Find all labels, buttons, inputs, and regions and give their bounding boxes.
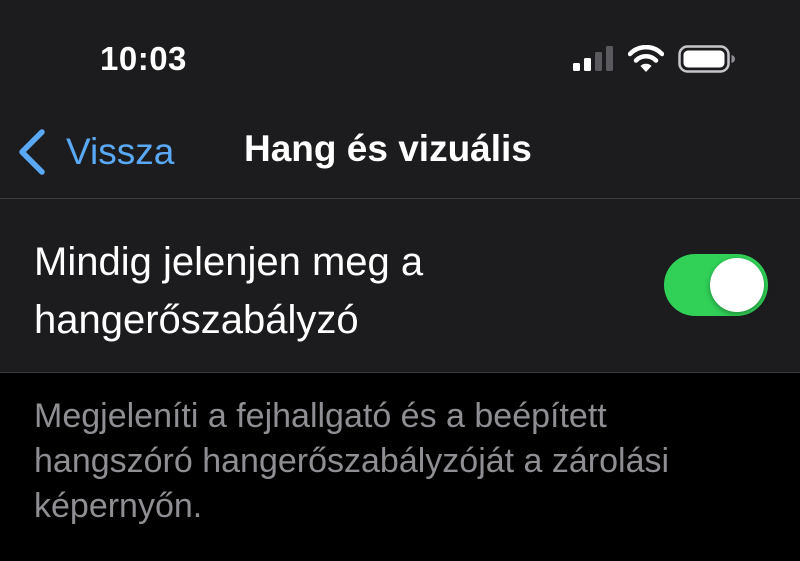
setting-row-always-show-volume: Mindig jelenjen meg a hangerőszabályzó — [0, 199, 800, 372]
always-show-volume-toggle[interactable] — [664, 254, 768, 316]
status-icons — [572, 44, 736, 74]
page-title: Hang és vizuális — [244, 128, 532, 169]
header: 10:03 Vissza Hang és vizuális — [0, 0, 800, 198]
chevron-left-icon — [19, 129, 45, 175]
status-time: 10:03 — [100, 40, 187, 77]
cellular-signal-icon — [573, 46, 613, 71]
settings-screen: 10:03 Vissza Hang és vizuális Mindig jel… — [0, 0, 800, 561]
toggle-knob — [710, 258, 764, 312]
wifi-icon — [628, 45, 664, 72]
battery-icon — [678, 45, 735, 73]
divider — [0, 372, 800, 373]
back-button[interactable]: Vissza — [16, 124, 174, 180]
setting-description: Megjeleníti a fejhallgató és a beépített… — [34, 397, 670, 525]
setting-label: Mindig jelenjen meg a hangerőszabályzó — [34, 240, 424, 342]
back-button-label: Vissza — [66, 131, 175, 172]
